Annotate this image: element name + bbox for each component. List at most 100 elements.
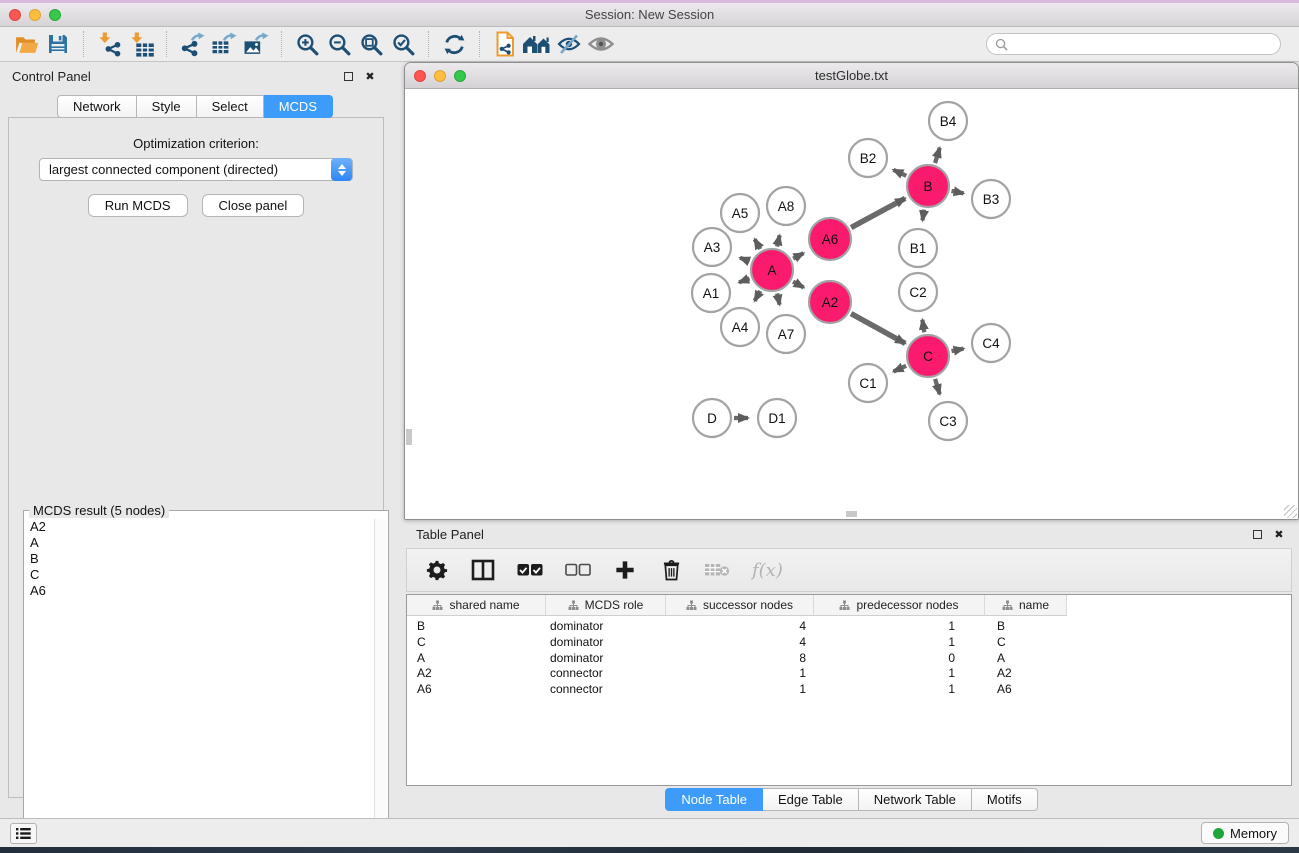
node-A[interactable]: A [751,249,793,291]
mcds-result-item[interactable]: A2 [25,519,373,535]
table-row[interactable]: A6connector11A6 [407,682,1291,698]
edge-A2-C[interactable] [851,314,905,344]
node-A4[interactable]: A4 [721,308,759,346]
column-header-successor-nodes[interactable]: successor nodes [666,595,814,616]
table-row[interactable]: A2connector11A2 [407,666,1291,682]
refresh-icon[interactable] [438,29,470,59]
edge-A-A1[interactable] [739,278,749,282]
table-row[interactable]: Adominator80A [407,651,1291,667]
task-history-button[interactable] [10,823,37,844]
node-D1[interactable]: D1 [758,399,796,437]
close-panel-button[interactable]: Close panel [202,194,305,217]
node-A6[interactable]: A6 [809,218,851,260]
table-settings-icon[interactable] [425,556,449,584]
export-image-icon[interactable] [240,29,272,59]
edge-A-A5[interactable] [755,239,761,249]
node-C[interactable]: C [907,335,949,377]
import-network-icon[interactable] [93,29,125,59]
mcds-result-item[interactable]: C [25,567,373,583]
edge-A-A6[interactable] [793,253,803,259]
node-C3[interactable]: C3 [929,402,967,440]
delete-columns-icon[interactable] [659,556,683,584]
edge-C-C3[interactable] [935,379,940,394]
add-column-icon[interactable] [613,556,637,584]
node-A8[interactable]: A8 [767,187,805,225]
edge-B-B3[interactable] [952,191,964,193]
zoom-fit-icon[interactable] [355,29,387,59]
tab-mcds[interactable]: MCDS [264,95,333,118]
split-panel-icon[interactable] [471,556,495,584]
new-network-from-selection-icon[interactable] [489,29,521,59]
edge-A-A7[interactable] [777,293,779,304]
node-B1[interactable]: B1 [899,229,937,267]
edge-C-C1[interactable] [894,366,907,372]
node-C2[interactable]: C2 [899,273,937,311]
mcds-list-scrollbar[interactable] [374,519,387,849]
resize-grip[interactable] [1284,505,1297,518]
column-header-shared-name[interactable]: shared name [407,595,546,616]
birdseye-view-icon[interactable] [585,29,617,59]
zoom-in-icon[interactable] [291,29,323,59]
mcds-result-item[interactable]: B [25,551,373,567]
float-panel-icon[interactable] [340,68,356,84]
optimization-criterion-select[interactable]: largest connected component (directed) [39,158,353,181]
zoom-out-icon[interactable] [323,29,355,59]
tab-node-table[interactable]: Node Table [665,788,763,811]
node-A7[interactable]: A7 [767,315,805,353]
tab-network-table[interactable]: Network Table [859,788,972,811]
edge-C-C2[interactable] [922,320,924,333]
edge-B-B4[interactable] [935,148,940,163]
run-mcds-button[interactable]: Run MCDS [88,194,188,217]
tab-motifs[interactable]: Motifs [972,788,1038,811]
show-hide-details-icon[interactable] [553,29,585,59]
import-table-icon[interactable] [125,29,157,59]
edge-A-A4[interactable] [755,291,761,301]
mcds-result-item[interactable]: A [25,535,373,551]
tab-style[interactable]: Style [137,95,197,118]
column-header-predecessor-nodes[interactable]: predecessor nodes [814,595,985,616]
column-header-name[interactable]: name [985,595,1067,616]
edge-A-A2[interactable] [793,282,804,288]
close-panel-icon[interactable]: ✖ [362,68,378,84]
edge-A6-B[interactable] [851,198,905,227]
edge-C-C4[interactable] [952,349,964,351]
edge-A-A8[interactable] [777,235,779,246]
node-A3[interactable]: A3 [693,228,731,266]
edge-B-B2[interactable] [893,170,906,176]
network-canvas[interactable]: A A1 A2 A3 A4 A5 A6 A7 A8 B B1 B2 B3 B4 C C1 C2 C3 C4 D D1 [405,89,1298,519]
network-window-titlebar[interactable]: testGlobe.txt [405,63,1298,89]
home-icon[interactable] [521,29,553,59]
node-B[interactable]: B [907,165,949,207]
table-row[interactable]: Cdominator41C [407,635,1291,651]
close-table-panel-icon[interactable]: ✖ [1271,526,1287,542]
node-B4[interactable]: B4 [929,102,967,140]
edge-A-A3[interactable] [740,258,750,262]
node-A5[interactable]: A5 [721,194,759,232]
node-C1[interactable]: C1 [849,364,887,402]
tab-select[interactable]: Select [197,95,264,118]
node-A1[interactable]: A1 [692,274,730,312]
search-input[interactable] [1008,37,1272,51]
zoom-selected-icon[interactable] [387,29,419,59]
open-session-icon[interactable] [10,29,42,59]
float-table-panel-icon[interactable] [1249,526,1265,542]
tab-network[interactable]: Network [57,95,137,118]
node-D[interactable]: D [693,399,731,437]
node-C4[interactable]: C4 [972,324,1010,362]
vertical-scrollbar-thumb[interactable] [406,429,412,445]
export-network-icon[interactable] [176,29,208,59]
search-box[interactable] [986,33,1281,55]
node-B3[interactable]: B3 [972,180,1010,218]
tab-edge-table[interactable]: Edge Table [763,788,859,811]
edge-B-B1[interactable] [922,210,924,221]
select-all-rows-icon[interactable] [517,556,543,584]
save-session-icon[interactable] [42,29,74,59]
deselect-all-rows-icon[interactable] [565,556,591,584]
mcds-result-list[interactable]: A2ABCA6 [25,519,373,849]
horizontal-scrollbar-thumb[interactable] [846,511,857,517]
network-graph[interactable]: A A1 A2 A3 A4 A5 A6 A7 A8 B B1 B2 B3 B4 C C1 C2 C3 C4 D D1 [405,89,1298,519]
node-B2[interactable]: B2 [849,139,887,177]
node-A2[interactable]: A2 [809,281,851,323]
memory-button[interactable]: Memory [1201,822,1289,844]
table-row[interactable]: Bdominator41B [407,619,1291,635]
